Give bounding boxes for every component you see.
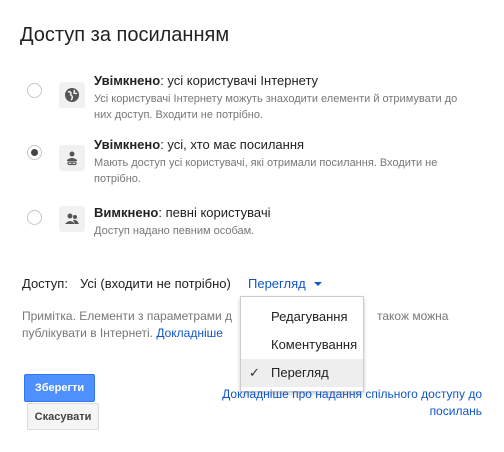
access-level-menu: Редагування Коментування ✓ Перегляд [240, 296, 364, 392]
access-value: Усі (входити не потрібно) [80, 276, 231, 291]
option-public-desc: Усі користувачі Інтернету можуть знаходи… [94, 93, 458, 121]
menu-item-comment[interactable]: Коментування [241, 331, 363, 359]
option-anyone-desc: Мають доступ усі користувачі, які отрима… [94, 157, 438, 185]
person-link-icon [59, 145, 85, 171]
note-text-1: Примітка. Елементи з параметрами д [22, 309, 233, 323]
radio-public[interactable] [27, 83, 42, 98]
note-text-2: публікувати в Інтернеті. [22, 326, 153, 340]
chevron-down-icon [313, 282, 322, 286]
option-anyone-head: Увімкнено: усі, хто має посилання [94, 137, 305, 152]
menu-item-edit[interactable]: Редагування [241, 303, 363, 331]
access-level-dropdown[interactable]: Перегляд [244, 268, 326, 298]
radio-specific-people[interactable] [27, 210, 42, 225]
menu-item-view-label: Перегляд [271, 365, 329, 380]
note-text-1b: також можна [377, 309, 449, 323]
cancel-button[interactable]: Скасувати [27, 403, 99, 430]
access-level-selected: Перегляд [248, 276, 306, 291]
access-label: Доступ: [22, 276, 68, 291]
globe-icon [59, 82, 85, 108]
option-specific-desc: Доступ надано певним особам. [94, 225, 255, 237]
checkmark-icon: ✓ [249, 365, 260, 380]
radio-anyone-with-link[interactable] [27, 145, 42, 160]
learn-more-link[interactable]: Докладніше [156, 326, 223, 340]
save-button[interactable]: Зберегти [24, 374, 95, 402]
option-public-head: Увімкнено: усі користувачі Інтернету [94, 73, 319, 88]
dialog-title: Доступ за посиланням [20, 24, 230, 46]
menu-item-view[interactable]: ✓ Перегляд [241, 359, 363, 387]
option-specific-head: Вимкнено: певні користувачі [94, 205, 271, 220]
help-link-sharing[interactable]: Докладніше про надання спільного доступу… [182, 386, 482, 420]
people-icon [59, 206, 85, 232]
